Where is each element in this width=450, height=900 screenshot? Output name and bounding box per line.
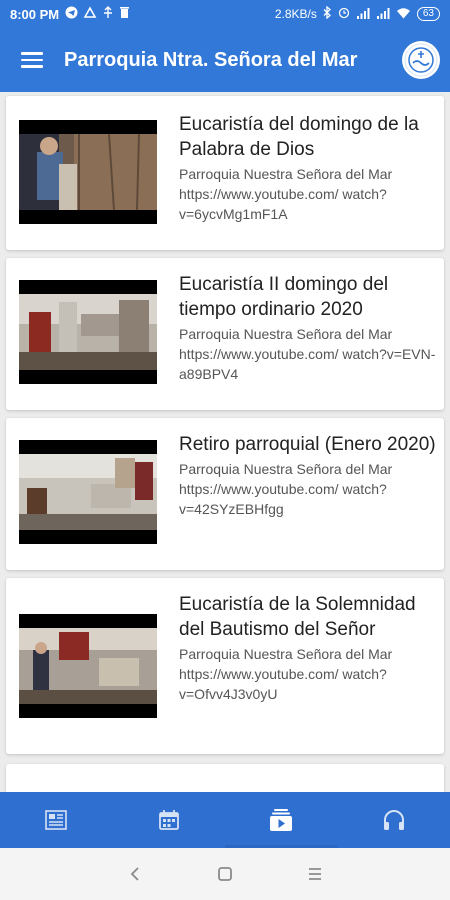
video-title[interactable]: Eucaristía de la Solemnidad del Bautismo…	[179, 592, 436, 642]
hamburger-icon	[21, 52, 43, 68]
video-thumbnail[interactable]	[19, 614, 157, 718]
video-info: Retiro parroquial (Enero 2020) Parroquia…	[179, 432, 436, 519]
recents-menu-icon	[309, 868, 321, 880]
nav-videos[interactable]	[225, 792, 338, 848]
video-url[interactable]: https://www.youtube.com/ watch?v=42SYzEB…	[179, 479, 436, 519]
headphones-icon	[383, 810, 404, 830]
usb-icon	[102, 6, 114, 22]
system-recents-button[interactable]	[295, 854, 335, 894]
video-title[interactable]: Eucaristía II domingo del tiempo ordinar…	[179, 272, 436, 322]
home-square-icon	[218, 867, 232, 881]
app-title: Parroquia Ntra. Señora del Mar	[64, 48, 358, 71]
nav-audio[interactable]	[338, 792, 450, 848]
system-home-button[interactable]	[205, 854, 245, 894]
video-url[interactable]: https://www.youtube.com/ watch?v=Ofvv4J3…	[179, 664, 436, 704]
app-bar: Parroquia Ntra. Señora del Mar	[0, 28, 450, 92]
video-card[interactable]: Eucaristía de la Solemnidad del Bautismo…	[6, 578, 444, 754]
video-list[interactable]: Eucaristía del domingo de la Palabra de …	[0, 92, 450, 792]
video-info: Eucaristía de la Solemnidad del Bautismo…	[179, 592, 436, 704]
video-thumbnail[interactable]	[19, 440, 157, 544]
battery-indicator: 63	[416, 7, 440, 21]
calendar-icon	[158, 810, 179, 830]
news-icon	[45, 810, 68, 830]
bottom-navigation	[0, 792, 450, 848]
video-card[interactable]	[6, 764, 444, 792]
nav-news[interactable]	[0, 792, 113, 848]
back-chevron-icon	[130, 867, 139, 881]
bluetooth-icon	[323, 5, 332, 22]
network-speed: 2.8KB/s	[274, 7, 317, 21]
status-right: 2.8KB/s 63	[274, 5, 440, 22]
video-card[interactable]: Eucaristía II domingo del tiempo ordinar…	[6, 258, 444, 410]
video-thumbnail[interactable]	[19, 120, 157, 224]
nav-calendar[interactable]	[113, 792, 226, 848]
video-channel: Parroquia Nuestra Señora del Mar	[179, 326, 393, 342]
app-screen: 8:00 PM 2.8KB/s 63 Parroquia Ntra. Señor…	[0, 0, 450, 900]
status-time: 8:00 PM	[10, 6, 60, 22]
video-channel: Parroquia Nuestra Señora del Mar	[179, 646, 393, 662]
video-thumbnail[interactable]	[19, 280, 157, 384]
video-info: Eucaristía del domingo de la Palabra de …	[179, 112, 436, 224]
menu-button[interactable]	[0, 28, 64, 92]
video-url[interactable]: https://www.youtube.com/ watch?v=6ycvMg1…	[179, 184, 436, 224]
video-title[interactable]: Eucaristía del domingo de la Palabra de …	[179, 112, 436, 162]
notification-icon	[83, 6, 97, 22]
video-channel: Parroquia Nuestra Señora del Mar	[179, 166, 393, 182]
system-back-button[interactable]	[115, 854, 155, 894]
telegram-icon	[65, 6, 78, 22]
parish-logo[interactable]	[402, 41, 440, 79]
signal-icon	[356, 7, 370, 22]
wifi-icon	[396, 7, 411, 22]
video-url[interactable]: https://www.youtube.com/ watch?v=EVN-a89…	[179, 344, 436, 384]
signal-icon-2	[376, 7, 390, 22]
alarm-icon	[338, 6, 350, 22]
video-channel: Parroquia Nuestra Señora del Mar	[179, 461, 393, 477]
trash-icon	[119, 6, 130, 22]
status-bar: 8:00 PM 2.8KB/s 63	[0, 0, 450, 28]
system-navigation	[0, 848, 450, 900]
video-card[interactable]: Eucaristía del domingo de la Palabra de …	[6, 96, 444, 250]
video-title[interactable]: Retiro parroquial (Enero 2020)	[179, 432, 436, 457]
video-playlist-icon	[270, 809, 293, 831]
video-info: Eucaristía II domingo del tiempo ordinar…	[179, 272, 436, 384]
video-card[interactable]: Retiro parroquial (Enero 2020) Parroquia…	[6, 418, 444, 570]
